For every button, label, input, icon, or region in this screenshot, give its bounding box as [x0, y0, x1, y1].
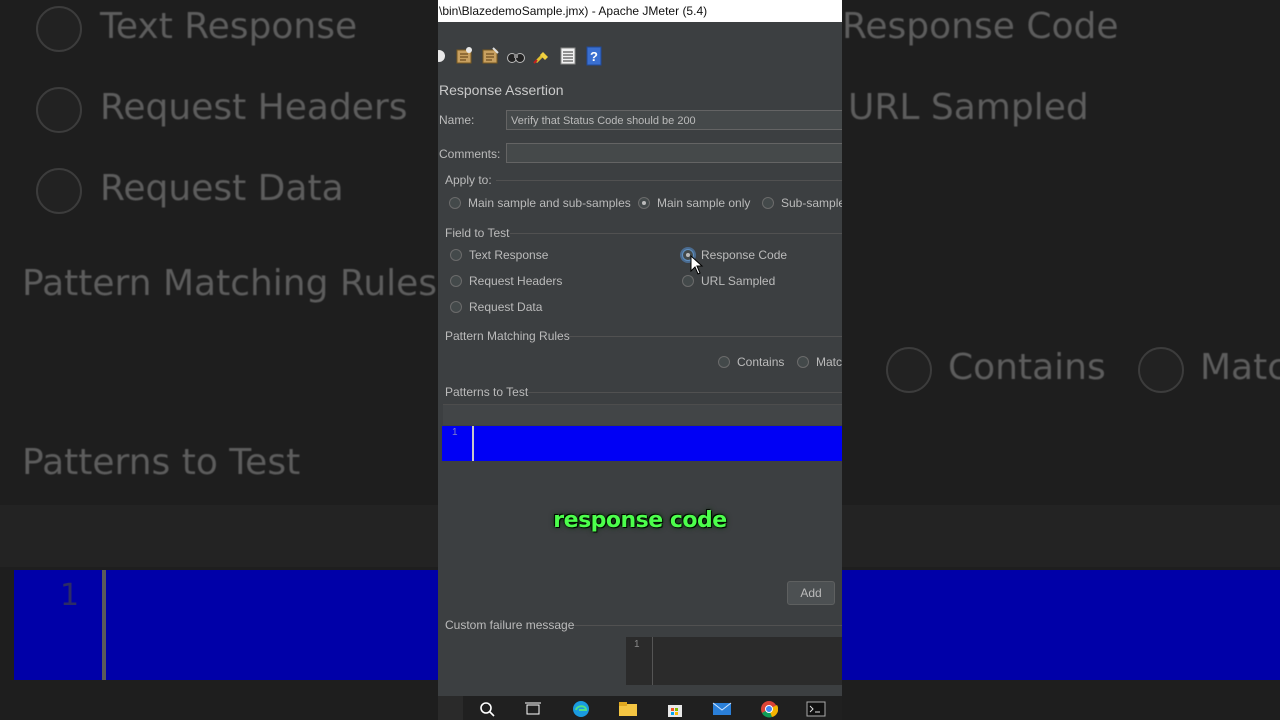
taskbar	[438, 696, 842, 720]
video-caption: response code	[553, 508, 727, 533]
radio-main-only[interactable]	[638, 197, 650, 209]
bg-matches: Matc	[1200, 347, 1280, 388]
list-icon[interactable]	[558, 46, 578, 66]
toolbar: ?	[438, 42, 604, 70]
add-button[interactable]: Add	[787, 581, 835, 605]
custom-failure-line-number: 1	[634, 639, 640, 650]
bg-radio-request-headers	[36, 87, 82, 133]
patterns-line-number: 1	[452, 427, 458, 438]
radio-main-and-sub[interactable]	[449, 197, 461, 209]
edge-icon[interactable]	[571, 700, 591, 718]
bg-request-headers: Request Headers	[100, 87, 408, 128]
radio-text-response-label: Text Response	[469, 248, 549, 262]
jmeter-window: \bin\BlazedemoSample.jmx) - Apache JMete…	[438, 0, 842, 720]
help-icon[interactable]: ?	[584, 46, 604, 66]
field-to-test-separator	[510, 233, 842, 234]
pattern-matching-label: Pattern Matching Rules	[445, 329, 570, 343]
bg-radio-request-data	[36, 168, 82, 214]
bg-url-sampled: URL Sampled	[848, 87, 1089, 128]
radio-sub-samples-label: Sub-sample	[781, 196, 842, 210]
patterns-editor-gutter	[472, 426, 474, 461]
apply-to-separator	[496, 180, 842, 181]
patterns-table-header	[443, 404, 842, 425]
clear-icon[interactable]	[480, 46, 500, 66]
patterns-editor[interactable]: 1	[442, 426, 842, 461]
radio-main-only-label: Main sample only	[657, 196, 751, 210]
bg-gutter	[102, 570, 106, 680]
radio-url-sampled[interactable]	[682, 275, 694, 287]
radio-sub-samples[interactable]	[762, 197, 774, 209]
bg-line-number: 1	[60, 578, 80, 613]
bg-pattern-matching-rules: Pattern Matching Rules	[22, 263, 438, 304]
bg-text-response: Text Response	[100, 6, 358, 47]
store-icon[interactable]	[665, 700, 685, 718]
radio-contains[interactable]	[718, 356, 730, 368]
circle-icon[interactable]	[438, 46, 448, 66]
window-titlebar: \bin\BlazedemoSample.jmx) - Apache JMete…	[438, 0, 842, 22]
svg-text:?: ?	[590, 49, 598, 64]
chrome-icon[interactable]	[759, 700, 779, 718]
radio-matches-label: Matc	[816, 355, 842, 369]
patterns-to-test-separator	[528, 392, 842, 393]
name-field[interactable]: Verify that Status Code should be 200	[506, 110, 842, 130]
radio-response-code-label: Response Code	[701, 248, 788, 262]
bg-request-data: Request Data	[100, 168, 344, 209]
name-label: Name:	[439, 113, 475, 127]
radio-contains-label: Contains	[737, 355, 785, 369]
pattern-matching-separator	[568, 336, 842, 337]
radio-url-sampled-label: URL Sampled	[701, 274, 776, 288]
search-icon[interactable]	[477, 700, 497, 718]
radio-text-response[interactable]	[450, 249, 462, 261]
binoculars-icon[interactable]	[506, 46, 526, 66]
bg-patterns-to-test: Patterns to Test	[22, 442, 301, 483]
mail-icon[interactable]	[712, 700, 732, 718]
task-view-icon[interactable]	[523, 700, 543, 718]
radio-request-data-label: Request Data	[469, 300, 543, 314]
panel-title: Response Assertion	[439, 82, 564, 98]
bg-response-code: Response Code	[842, 6, 1119, 47]
terminal-icon[interactable]	[806, 700, 826, 718]
bg-radio-contains	[886, 347, 932, 393]
comments-field[interactable]	[506, 143, 842, 163]
radio-request-headers[interactable]	[450, 275, 462, 287]
radio-request-headers-label: Request Headers	[469, 274, 563, 288]
field-to-test-label: Field to Test	[445, 226, 510, 240]
comments-label: Comments:	[439, 147, 501, 161]
radio-request-data[interactable]	[450, 301, 462, 313]
custom-failure-label: Custom failure message	[445, 618, 575, 632]
radio-matches[interactable]	[797, 356, 809, 368]
custom-failure-gutter	[652, 637, 653, 685]
broom-icon[interactable]	[532, 46, 552, 66]
radio-main-and-sub-label: Main sample and sub-samples	[468, 196, 631, 210]
patterns-to-test-label: Patterns to Test	[445, 385, 529, 399]
templates-icon[interactable]	[454, 46, 474, 66]
taskbar-start-area[interactable]	[438, 696, 463, 720]
custom-failure-editor[interactable]: 1	[626, 637, 842, 685]
bg-radio-text-response	[36, 6, 82, 52]
custom-failure-separator	[574, 625, 842, 626]
bg-radio-matches	[1138, 347, 1184, 393]
bg-contains: Contains	[948, 347, 1106, 388]
file-explorer-icon[interactable]	[618, 700, 638, 718]
apply-to-label: Apply to:	[445, 173, 492, 187]
